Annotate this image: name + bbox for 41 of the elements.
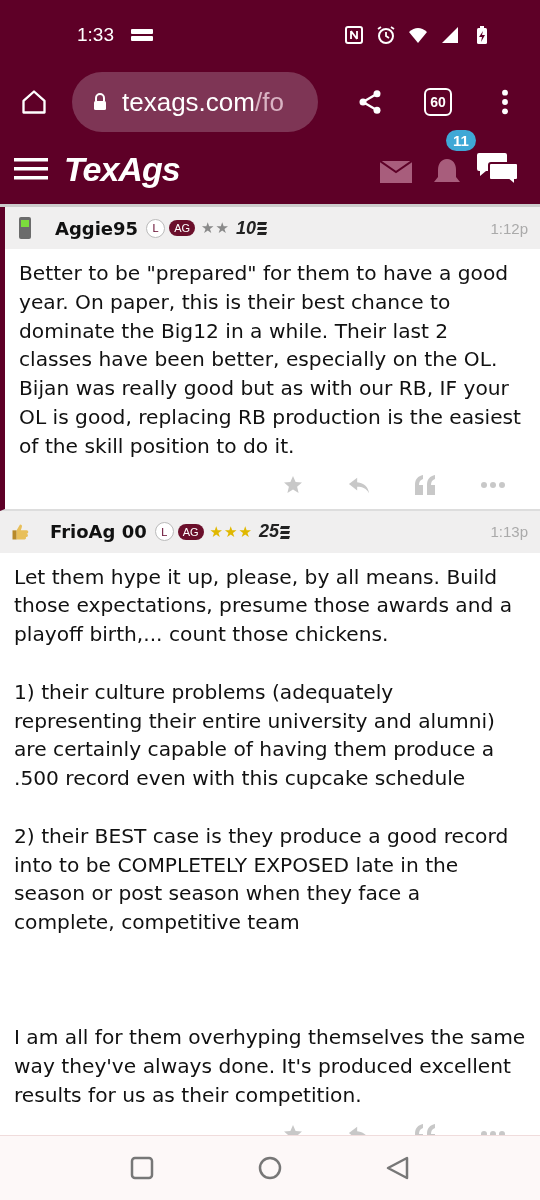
post-text: 1) their culture problems (adequately representing their entire university and alumni) are certainly capable of having them produce a .500 record even with this cupcake schedule [14, 678, 496, 793]
more-icon[interactable] [480, 1129, 506, 1135]
author-name[interactable]: FrioAg 00 [50, 521, 147, 543]
mail-icon[interactable] [380, 161, 412, 183]
post-time: 1:13p [490, 523, 528, 541]
menu-icon[interactable] [14, 157, 48, 181]
site-logo[interactable]: TexAgs [64, 149, 180, 189]
rank-stars: ★★ [201, 219, 230, 237]
author-name[interactable]: Aggie95 [55, 217, 139, 239]
recents-icon[interactable] [130, 1156, 154, 1180]
signal-icon [440, 25, 460, 45]
notification-badge: 11 [446, 130, 476, 151]
star-icon[interactable] [282, 474, 304, 495]
more-menu-icon[interactable] [500, 88, 510, 116]
app-notification-icon [130, 28, 154, 42]
tab-count-button[interactable]: 60 [424, 88, 452, 116]
stripes-icon [280, 524, 290, 539]
member-badge: AG [169, 220, 196, 236]
more-icon[interactable] [480, 480, 506, 489]
post-time: 1:12p [490, 219, 528, 237]
nfc-icon [344, 25, 364, 45]
status-time: 1:33 [77, 24, 114, 46]
alarm-icon [376, 25, 396, 45]
stripes-icon [257, 221, 267, 235]
address-bar[interactable]: texags.com/fo [72, 72, 318, 132]
post-text: I am all for them overhyping themselves the same way they've always done. It's produced excellent results for us as their competition. [14, 1024, 526, 1109]
wifi-icon [408, 25, 428, 45]
years-label: 10 [235, 217, 256, 239]
quote-icon[interactable] [414, 474, 436, 495]
member-badge: L [154, 522, 174, 542]
member-badge: L [146, 218, 166, 238]
years-label: 25 [258, 521, 279, 543]
post-text: Better to be "prepared" for them to have a good year. On paper, this is their best chance to dominate the Big12 in a while. Their last 2 classes have been better, especially on the OL. Bijan was really good but as with our RB, IF your OL is good, replacing RB production is the easiest of the skill position to do it. [19, 260, 523, 460]
rank-stars: ★★★ [209, 522, 253, 541]
home-button-icon[interactable] [258, 1156, 282, 1180]
post-text: Let them hype it up, please, by all means. Build those expectations, presume those awards and a playoff birth,... count those chickens. [14, 563, 514, 649]
post-text: 2) their BEST case is they produce a good record into to be COMPLETELY EXPOSED late in the season or post season when they face a complete, competitive team [14, 822, 510, 937]
member-badge: AG [177, 523, 204, 540]
home-icon[interactable] [20, 88, 48, 116]
lock-icon [92, 93, 108, 111]
back-icon[interactable] [386, 1156, 410, 1180]
